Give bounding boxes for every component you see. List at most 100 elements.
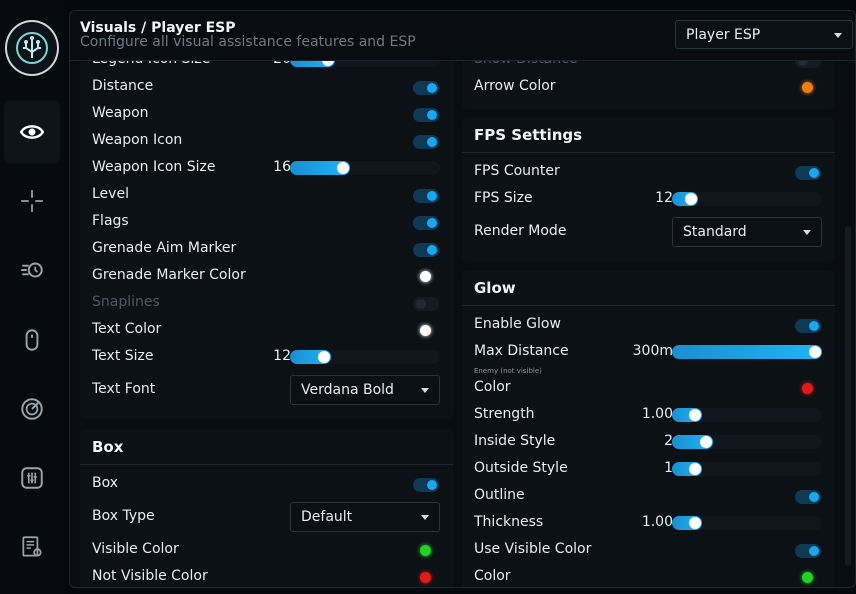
select-value: Verdana Bold: [301, 382, 394, 398]
glow-card-title: Glow: [474, 279, 516, 297]
setting-row-snaplines: Snaplines: [80, 290, 453, 317]
slider-knob[interactable]: [689, 463, 701, 475]
right-column: Show Distance Arrow Color FPS Settings FP…: [462, 61, 835, 587]
arrow-color-color-swatch[interactable]: [802, 82, 813, 93]
divider: [462, 305, 835, 306]
use-visible-color-toggle[interactable]: [795, 544, 821, 558]
setting-label: Distance: [92, 78, 154, 94]
slider-knob[interactable]: [689, 517, 701, 529]
fps-size-slider[interactable]: [672, 192, 822, 206]
player-esp-card: Legend Icon Size 20 Distance Weapon Weapon I…: [80, 61, 453, 419]
box-card-title: Box: [92, 438, 124, 456]
setting-label: Thickness: [474, 514, 544, 530]
brain-circuit-icon: [16, 32, 48, 64]
setting-label: Weapon Icon Size: [92, 159, 216, 175]
strength-slider[interactable]: [672, 408, 822, 422]
setting-row-weapon-icon-size: Weapon Icon Size 16: [80, 155, 453, 182]
select-value: Default: [301, 509, 353, 525]
setting-row-strength: Strength 1.00: [462, 402, 835, 429]
setting-label: Text Font: [92, 381, 156, 397]
outline-toggle[interactable]: [795, 490, 821, 504]
nav-movement[interactable]: [4, 239, 60, 301]
distance-toggle[interactable]: [413, 81, 439, 95]
strength-value: 1.00: [641, 406, 673, 422]
nav-aim[interactable]: [4, 170, 60, 232]
page-subtitle: Configure all visual assistance features…: [80, 34, 416, 50]
setting-row-fps-counter: FPS Counter: [462, 159, 835, 186]
show-distance-toggle[interactable]: [795, 61, 821, 68]
enable-glow-toggle[interactable]: [795, 319, 821, 333]
text-color-color-swatch[interactable]: [420, 325, 431, 336]
main-window: Visuals / Player ESP Configure all visua…: [69, 10, 856, 588]
color-color-swatch[interactable]: [802, 572, 813, 583]
weapon-icon-size-value: 16: [273, 159, 291, 175]
setting-row-level: Level: [80, 182, 453, 209]
setting-label: Box Type: [92, 508, 155, 524]
grenade-marker-color-color-swatch[interactable]: [420, 271, 431, 282]
setting-label: Inside Style: [474, 433, 556, 449]
level-toggle[interactable]: [413, 189, 439, 203]
divider: [80, 464, 453, 465]
category-select-value: Player ESP: [686, 26, 761, 43]
setting-label: Arrow Color: [474, 78, 556, 94]
crosshair-icon: [21, 190, 43, 212]
snaplines-toggle[interactable]: [413, 297, 439, 311]
divider: [462, 152, 835, 153]
chevron-down-icon: [803, 230, 811, 235]
max-distance-slider[interactable]: [672, 345, 822, 359]
slider-knob[interactable]: [699, 436, 712, 448]
grenade-aim-marker-toggle[interactable]: [413, 243, 439, 257]
render-mode-select[interactable]: Standard: [672, 217, 822, 247]
weapon-icon-size-slider[interactable]: [290, 161, 440, 175]
weapon-icon-toggle[interactable]: [413, 135, 439, 149]
setting-label: Outside Style: [474, 460, 568, 476]
color-color-swatch[interactable]: [802, 383, 813, 394]
not-visible-color-color-swatch[interactable]: [420, 572, 431, 583]
nav-visuals[interactable]: [4, 101, 60, 163]
inside-style-slider[interactable]: [672, 435, 822, 449]
weapon-toggle[interactable]: [413, 108, 439, 122]
outside-style-slider[interactable]: [672, 462, 822, 476]
visible-color-color-swatch[interactable]: [420, 545, 431, 556]
setting-row-grenade-aim-marker: Grenade Aim Marker: [80, 236, 453, 263]
slider-knob[interactable]: [685, 193, 697, 205]
nav-config[interactable]: [4, 516, 60, 578]
setting-row-distance: Distance: [80, 74, 453, 101]
nav-radar[interactable]: [4, 378, 60, 440]
box-toggle[interactable]: [413, 478, 439, 492]
eye-icon: [19, 125, 45, 139]
setting-row-enable-glow: Enable Glow: [462, 312, 835, 339]
fps-size-value: 12: [655, 190, 673, 206]
setting-label: Show Distance: [474, 61, 577, 67]
slider-knob[interactable]: [317, 351, 330, 363]
nav-input[interactable]: [4, 309, 60, 371]
slider-knob[interactable]: [809, 346, 821, 358]
setting-row-legend-icon-size: Legend Icon Size 20: [80, 61, 453, 74]
slider-knob[interactable]: [689, 409, 701, 421]
text-font-select[interactable]: Verdana Bold: [290, 375, 440, 405]
nav-misc[interactable]: [4, 447, 60, 509]
category-select[interactable]: Player ESP: [675, 20, 853, 49]
flags-toggle[interactable]: [413, 216, 439, 230]
setting-row-outline: Outline: [462, 483, 835, 510]
text-size-slider[interactable]: [290, 350, 440, 364]
setting-label: Use Visible Color: [474, 541, 592, 557]
box-type-select[interactable]: Default: [290, 502, 440, 532]
setting-row-render-mode: Render Mode Standard: [462, 217, 835, 247]
setting-caption: Enemy (not visible): [474, 367, 542, 375]
setting-row-text-font: Text Font Verdana Bold: [80, 375, 453, 405]
max-distance-value: 300m: [632, 343, 673, 359]
setting-row-text-color: Text Color: [80, 317, 453, 344]
setting-row-box-type: Box Type Default: [80, 502, 453, 532]
setting-row-fps-size: FPS Size 12: [462, 186, 835, 213]
setting-row-text-size: Text Size 12: [80, 344, 453, 371]
thickness-slider[interactable]: [672, 516, 822, 530]
slider-knob[interactable]: [337, 162, 349, 174]
fps-counter-toggle[interactable]: [795, 166, 821, 180]
legend-icon-size-slider[interactable]: [290, 61, 440, 67]
select-value: Standard: [683, 224, 747, 240]
arrows-card: Show Distance Arrow Color: [462, 61, 835, 109]
scrollbar[interactable]: [845, 226, 851, 566]
setting-label: Visible Color: [92, 541, 179, 557]
setting-label: Box: [92, 475, 119, 491]
